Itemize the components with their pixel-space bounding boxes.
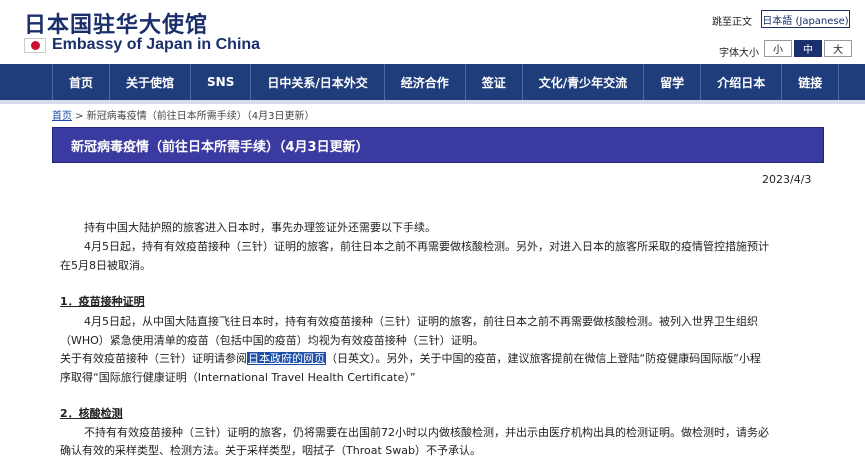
japan-flag-icon (24, 37, 46, 53)
breadcrumb-current: > 新冠病毒疫情（前往日本所需手续）（4月3日更新） (72, 111, 315, 122)
site-header: 日本国驻华大使馆 Embassy of Japan in China 跳至正文 … (0, 0, 865, 64)
font-size-label: 字体大小 (719, 48, 759, 59)
nav-item-study-abroad[interactable]: 留学 (644, 64, 702, 100)
language-switch-button[interactable]: 日本語 (Japanese) (761, 10, 850, 28)
section-1-paragraph-2: 关于有效疫苗接种（三针）证明请参阅日本政府的网页（日英文）。另外，关于中国的疫苗… (60, 349, 761, 368)
article-title: 新冠病毒疫情（前往日本所需手续）（4月3日更新） (71, 139, 369, 155)
section-1-paragraph-2-pre: 关于有效疫苗接种（三针）证明请参阅 (60, 352, 247, 365)
breadcrumb: 首页 > 新冠病毒疫情（前往日本所需手续）（4月3日更新） (52, 107, 314, 122)
section-1-heading: 1．疫苗接种证明 (60, 295, 145, 308)
nav-item-home[interactable]: 首页 (52, 64, 111, 100)
section-1-paragraph-1a: 4月5日起，从中国大陆直接飞往日本时，持有有效疫苗接种（三针）证明的旅客，前往日… (84, 315, 758, 328)
site-title-english-row[interactable]: Embassy of Japan in China (24, 36, 260, 54)
nav-item-about-embassy[interactable]: 关于使馆 (110, 64, 192, 100)
font-size-medium-button[interactable]: 中 (794, 40, 822, 57)
section-2-paragraph-1a: 不持有有效疫苗接种（三针）证明的旅客，仍将需要在出国前72小时以内做核酸检测，并… (84, 426, 769, 439)
article-title-bar: 新冠病毒疫情（前往日本所需手续）（4月3日更新） (52, 127, 824, 163)
section-2-heading: 2．核酸检测 (60, 407, 123, 420)
japan-government-webpage-link[interactable]: 日本政府的网页 (247, 352, 326, 365)
nav-item-economic-cooperation[interactable]: 经济合作 (385, 64, 466, 100)
section-1-paragraph-3: 序取得“国际旅行健康证明（International Travel Health… (60, 371, 416, 384)
breadcrumb-home-link[interactable]: 首页 (52, 111, 72, 122)
skip-to-content-link[interactable]: 跳至正文 (712, 13, 752, 28)
intro-paragraph-2a: 4月5日起，持有有效疫苗接种（三针）证明的旅客，前往日本之前不再需要做核酸检测。… (84, 240, 769, 253)
font-size-small-button[interactable]: 小 (764, 40, 792, 57)
nav-item-japan-china-relations[interactable]: 日中关系/日本外交 (251, 64, 385, 100)
font-size-large-button[interactable]: 大 (824, 40, 852, 57)
nav-divider (0, 100, 865, 104)
site-title-english[interactable]: Embassy of Japan in China (52, 36, 260, 54)
main-navigation: 首页 关于使馆 SNS 日中关系/日本外交 经济合作 签证 文化/青少年交流 留… (0, 64, 865, 100)
intro-paragraph-2b: 在5月8日被取消。 (60, 259, 151, 272)
nav-item-sns[interactable]: SNS (191, 64, 252, 100)
nav-item-culture-youth-exchange[interactable]: 文化/青少年交流 (523, 64, 645, 100)
intro-paragraph-1: 持有中国大陆护照的旅客进入日本时，事先办理签证外还需要以下手续。 (84, 221, 436, 234)
nav-item-introduce-japan[interactable]: 介绍日本 (701, 64, 783, 100)
section-2-paragraph-1b: 确认有效的采样类型、检测方法。关于采样类型，咽拭子（Throat Swab）不予… (60, 444, 481, 457)
section-1-paragraph-2-post: （日英文）。另外，关于中国的疫苗，建议旅客提前在微信上登陆“防疫健康码国际版”小… (326, 352, 761, 365)
article-date: 2023/4/3 (762, 173, 812, 186)
nav-item-visa[interactable]: 签证 (466, 64, 523, 100)
section-1-paragraph-1b: （WHO）紧急使用清单的疫苗（包括中国的疫苗）均视为有效疫苗接种（三针）证明。 (60, 334, 484, 347)
site-title-chinese[interactable]: 日本国驻华大使馆 (24, 7, 208, 39)
nav-item-links[interactable]: 链接 (782, 64, 840, 100)
